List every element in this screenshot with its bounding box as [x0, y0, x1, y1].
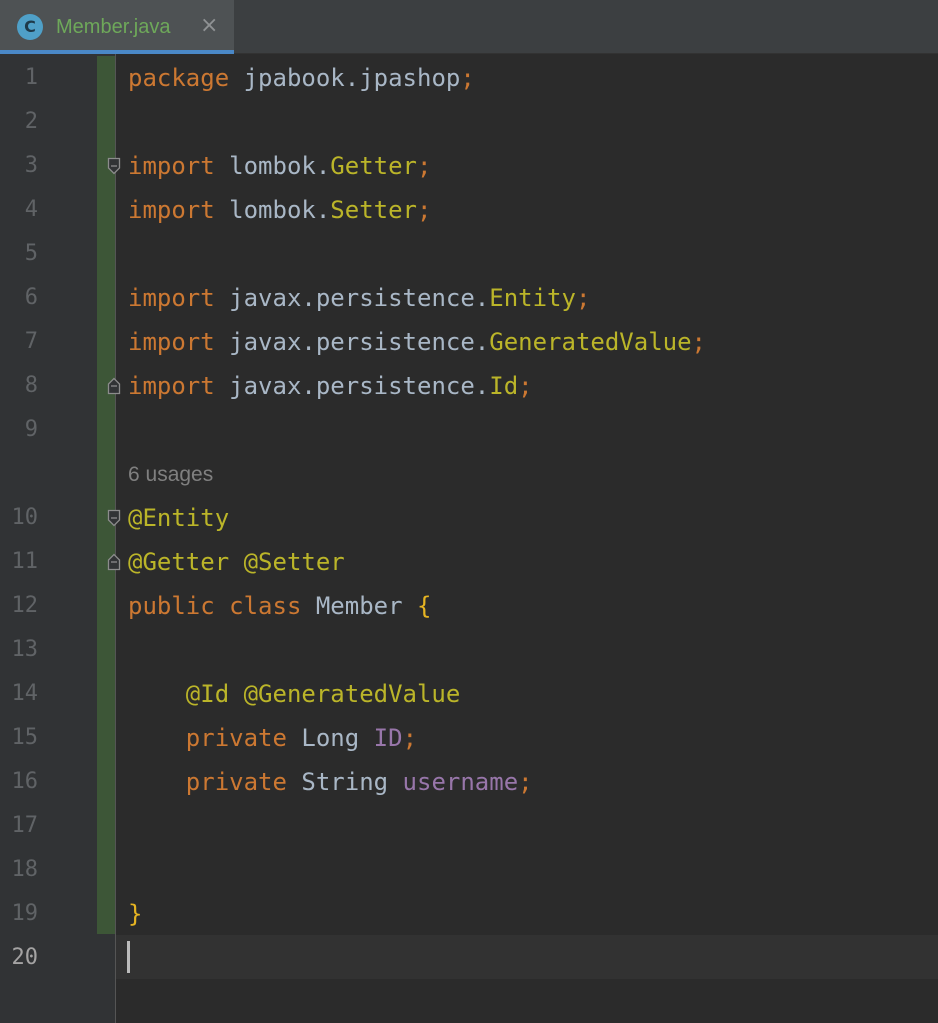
line-number: 19: [11, 901, 39, 926]
code-token-plain: javax.persistence.: [214, 284, 490, 312]
code-line: import javax.persistence.Id;: [128, 371, 533, 401]
code-line: private String username;: [128, 767, 533, 797]
code-token-plain: javax.persistence.: [214, 328, 490, 356]
line-number: 5: [24, 241, 38, 266]
code-line: }: [128, 899, 142, 929]
code-token-brace: }: [128, 900, 143, 928]
code-token-keyword: ;: [402, 724, 418, 752]
line-number: 7: [24, 329, 38, 354]
code-token-annotation: @Getter @Setter: [128, 548, 345, 576]
line-number: 1: [24, 65, 38, 90]
line-number: 11: [11, 549, 39, 574]
code-line: @Getter @Setter: [128, 547, 345, 577]
code-token-keyword: import: [128, 152, 215, 180]
line-number: 15: [11, 725, 39, 750]
code-token-plain: Member: [301, 592, 417, 620]
line-number: 13: [11, 637, 39, 662]
line-number: 2: [24, 109, 38, 134]
code-line: @Entity: [128, 503, 229, 533]
gutter-divider: [115, 54, 116, 1023]
editor-tab-bar: C Member.java ×: [0, 0, 938, 54]
close-icon[interactable]: ×: [200, 12, 218, 40]
vcs-change-marker: [97, 56, 115, 934]
code-token-keyword: ;: [417, 196, 432, 224]
fold-open-icon[interactable]: [107, 157, 121, 175]
fold-close-icon[interactable]: [107, 553, 121, 571]
text-caret: [127, 941, 130, 973]
code-token-keyword: public class: [128, 592, 302, 620]
code-line: @Id @GeneratedValue: [128, 679, 461, 709]
line-number: 9: [24, 417, 38, 442]
code-token-keyword: import: [128, 328, 215, 356]
code-token-plain: jpabook.jpashop: [229, 64, 461, 92]
code-token-keyword: package: [128, 64, 230, 92]
line-number: 16: [11, 769, 39, 794]
line-number: 8: [24, 373, 38, 398]
code-line: import javax.persistence.GeneratedValue;: [128, 327, 706, 357]
code-line: public class Member {: [128, 591, 431, 621]
line-number: 4: [24, 197, 38, 222]
code-token-keyword: private: [128, 724, 287, 752]
code-token-keyword: import: [128, 284, 215, 312]
code-token-keyword: private: [128, 768, 287, 796]
line-number: 18: [11, 857, 39, 882]
fold-close-icon[interactable]: [107, 377, 121, 395]
code-token-keyword: ;: [575, 284, 591, 312]
code-token-keyword: ;: [460, 64, 475, 92]
code-line: import lombok.Getter;: [128, 151, 431, 181]
code-token-brace: {: [416, 592, 432, 620]
code-token-annotation: @Id @GeneratedValue: [128, 680, 461, 708]
line-number: 10: [11, 505, 39, 530]
code-token-keyword: ;: [417, 152, 432, 180]
code-token-keyword: ;: [691, 328, 706, 356]
current-line-highlight: [116, 935, 938, 979]
code-line: import javax.persistence.Entity;: [128, 283, 590, 313]
code-token-plain: lombok.: [214, 196, 331, 224]
class-file-icon: C: [17, 14, 43, 40]
line-number: 3: [24, 153, 38, 178]
code-token-annotation: @Entity: [128, 504, 230, 532]
code-token-plain: Long: [286, 724, 374, 752]
code-token-annotation: GeneratedValue: [489, 328, 692, 356]
code-token-keyword: import: [128, 372, 215, 400]
code-line: package jpabook.jpashop;: [128, 63, 475, 93]
code-token-plain: javax.persistence.: [214, 372, 490, 400]
code-token-keyword: import: [128, 196, 215, 224]
code-token-annotation: Getter: [330, 152, 417, 180]
tab-member-java[interactable]: C Member.java ×: [0, 0, 234, 54]
line-number: 17: [11, 813, 39, 838]
code-token-plain: String: [286, 768, 403, 796]
code-token-keyword: ;: [518, 768, 533, 796]
code-token-annotation: Setter: [330, 196, 417, 224]
fold-open-icon[interactable]: [107, 509, 121, 527]
line-number: 14: [11, 681, 39, 706]
tab-title: Member.java: [56, 16, 171, 38]
line-number: 20: [11, 945, 39, 970]
line-number: 6: [24, 285, 38, 310]
usages-hint[interactable]: 6 usages: [128, 460, 213, 490]
code-token-annotation: Id: [489, 372, 519, 400]
code-token-plain: lombok.: [214, 152, 331, 180]
code-line: private Long ID;: [128, 723, 417, 753]
code-token-field: username: [402, 768, 519, 796]
code-token-field: ID: [373, 724, 403, 752]
line-number: 12: [11, 593, 39, 618]
code-line: import lombok.Setter;: [128, 195, 431, 225]
code-token-keyword: ;: [518, 372, 533, 400]
code-token-annotation: Entity: [489, 284, 576, 312]
